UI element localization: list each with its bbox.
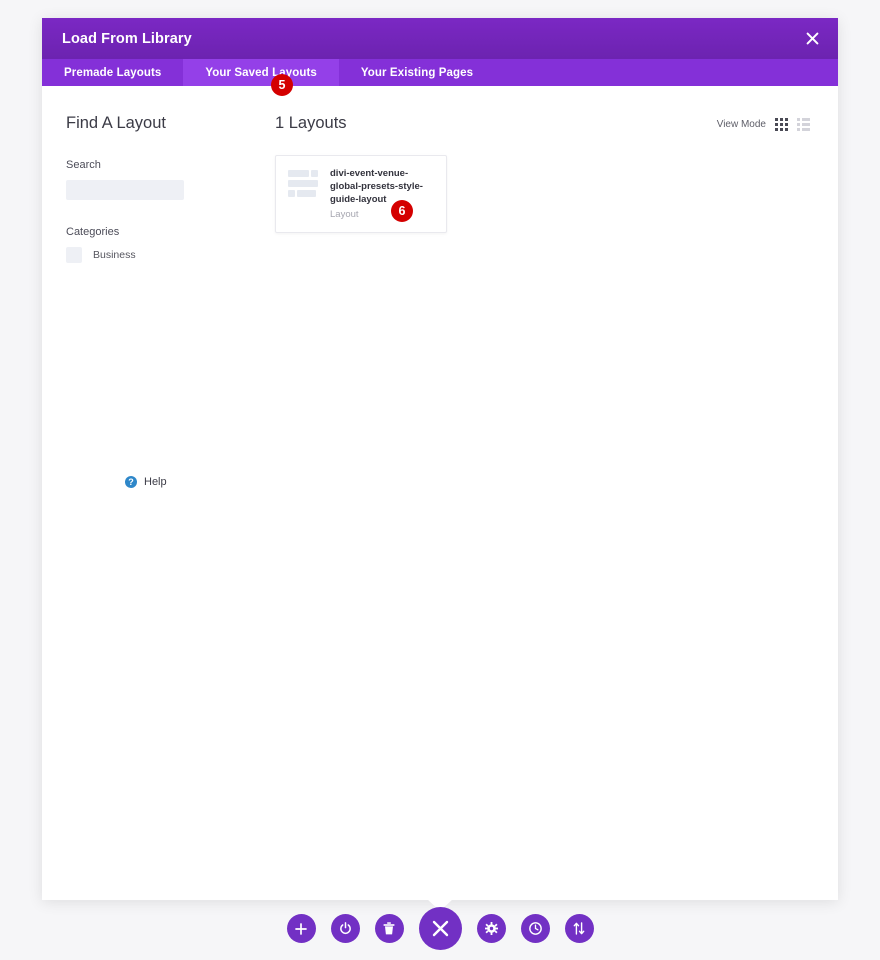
step-badge-5: 5: [271, 74, 293, 96]
search-label: Search: [66, 159, 101, 171]
settings-button[interactable]: [476, 914, 506, 943]
category-checkbox[interactable]: [66, 247, 82, 263]
placeholder-bar: [297, 190, 316, 197]
help-label: Help: [144, 476, 167, 488]
load-from-library-modal: Load From Library Premade Layouts Your S…: [42, 18, 838, 911]
view-mode-group: View Mode: [717, 114, 810, 131]
tab-premade-layouts[interactable]: Premade Layouts: [42, 59, 183, 86]
modal-title: Load From Library: [62, 30, 192, 47]
modal-tab-bar: Premade Layouts Your Saved Layouts Your …: [42, 59, 838, 86]
placeholder-bar: [288, 180, 318, 187]
modal-titlebar: Load From Library: [42, 18, 838, 59]
plus-icon: [295, 922, 307, 935]
layout-card-subtitle: Layout: [330, 209, 359, 221]
builder-bottom-toolbar: [0, 907, 880, 950]
placeholder-bar: [288, 190, 295, 197]
trash-icon: [383, 922, 395, 935]
clock-icon: [528, 922, 542, 935]
layouts-count: 1 Layouts: [275, 114, 347, 132]
placeholder-bar: [288, 170, 309, 177]
thumb-row: [288, 180, 320, 187]
layout-thumbnail: [288, 168, 320, 200]
find-a-layout-sidebar: Find A Layout Search Categories Business…: [42, 86, 227, 900]
delete-button[interactable]: [374, 914, 404, 943]
layouts-main-panel: 1 Layouts View Mode divi-event-venue-glo…: [227, 86, 838, 900]
help-link[interactable]: ? Help: [125, 476, 167, 488]
sidebar-heading: Find A Layout: [66, 114, 166, 132]
gear-icon: [484, 922, 498, 935]
add-button[interactable]: [286, 914, 316, 943]
layout-card[interactable]: divi-event-venue-global-presets-style-gu…: [275, 155, 447, 234]
question-mark-icon: ?: [125, 476, 137, 488]
history-button[interactable]: [520, 914, 550, 943]
close-icon[interactable]: [802, 29, 822, 49]
grid-view-icon[interactable]: [775, 118, 788, 131]
close-builder-button[interactable]: [418, 907, 462, 950]
main-topbar: 1 Layouts View Mode: [275, 114, 810, 133]
power-button[interactable]: [330, 914, 360, 943]
search-input[interactable]: [66, 180, 184, 200]
categories-label: Categories: [66, 226, 120, 238]
sort-button[interactable]: [564, 914, 594, 943]
category-label: Business: [93, 249, 136, 261]
category-item-business[interactable]: Business: [66, 247, 227, 263]
tab-your-saved-layouts[interactable]: Your Saved Layouts: [183, 59, 339, 86]
layout-card-text: divi-event-venue-global-presets-style-gu…: [330, 168, 434, 220]
close-x-icon: [432, 920, 448, 937]
layout-card-title: divi-event-venue-global-presets-style-gu…: [330, 168, 423, 205]
list-view-icon[interactable]: [797, 118, 810, 131]
tab-your-existing-pages[interactable]: Your Existing Pages: [339, 59, 495, 86]
thumb-row: [288, 190, 320, 197]
layout-card-area: divi-event-venue-global-presets-style-gu…: [275, 155, 810, 234]
step-badge-6: 6: [391, 200, 413, 222]
modal-body: Find A Layout Search Categories Business…: [42, 86, 838, 900]
power-icon: [339, 922, 351, 934]
sort-arrows-icon: [573, 922, 585, 935]
placeholder-bar: [311, 170, 318, 177]
view-mode-label: View Mode: [716, 119, 766, 130]
thumb-row: [288, 170, 320, 177]
